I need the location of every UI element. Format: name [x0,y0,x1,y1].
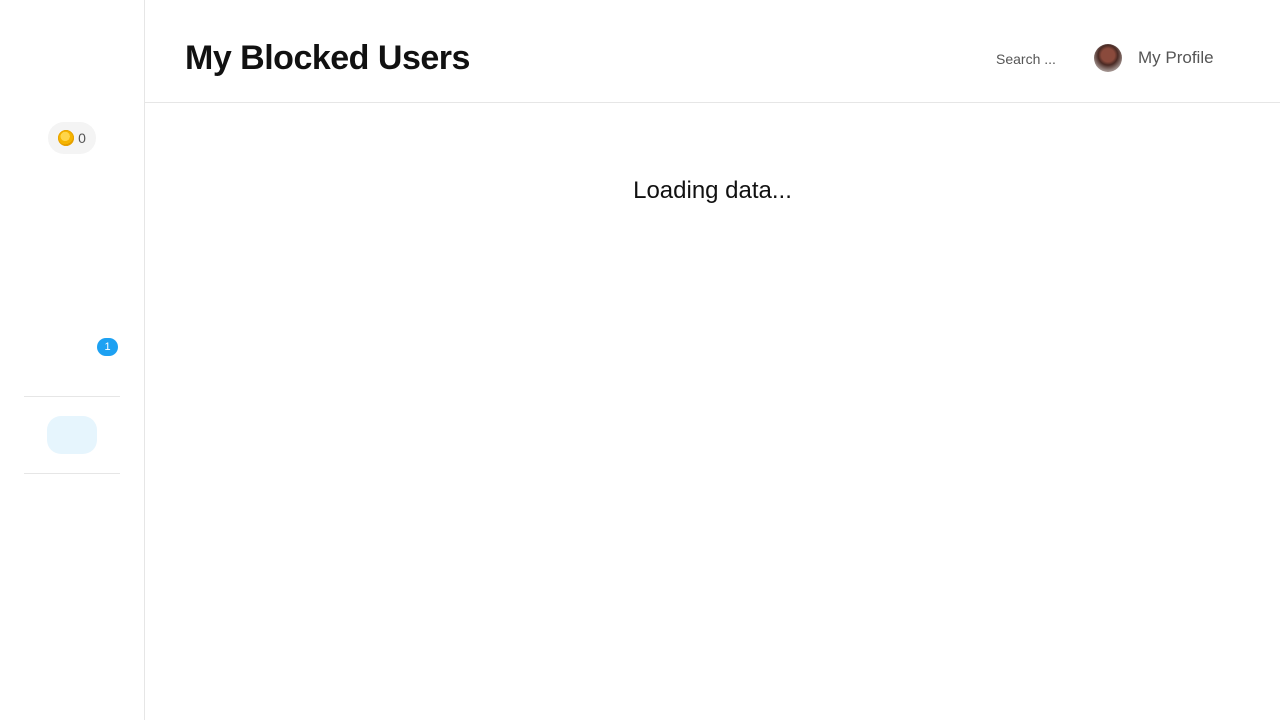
notification-badge[interactable]: 1 [97,338,118,356]
loading-status: Loading data... [633,177,792,204]
avatar [1094,44,1122,72]
sidebar-action-button[interactable] [47,416,97,454]
my-profile-link[interactable]: My Profile [1094,43,1214,73]
coin-count: 0 [78,130,86,146]
page-title: My Blocked Users [185,39,470,77]
sidebar: 0 1 [0,0,145,720]
search-input[interactable] [996,46,1076,72]
sidebar-divider [24,473,120,474]
main-content: Loading data... [145,103,1280,720]
page-header: My Blocked Users My Profile [145,0,1280,103]
sidebar-divider [24,396,120,397]
app: 0 1 My Blocked Users My Profile Loading … [0,0,1280,720]
coin-icon [58,130,75,146]
profile-label: My Profile [1138,48,1214,67]
coin-balance-button[interactable]: 0 [48,122,96,154]
